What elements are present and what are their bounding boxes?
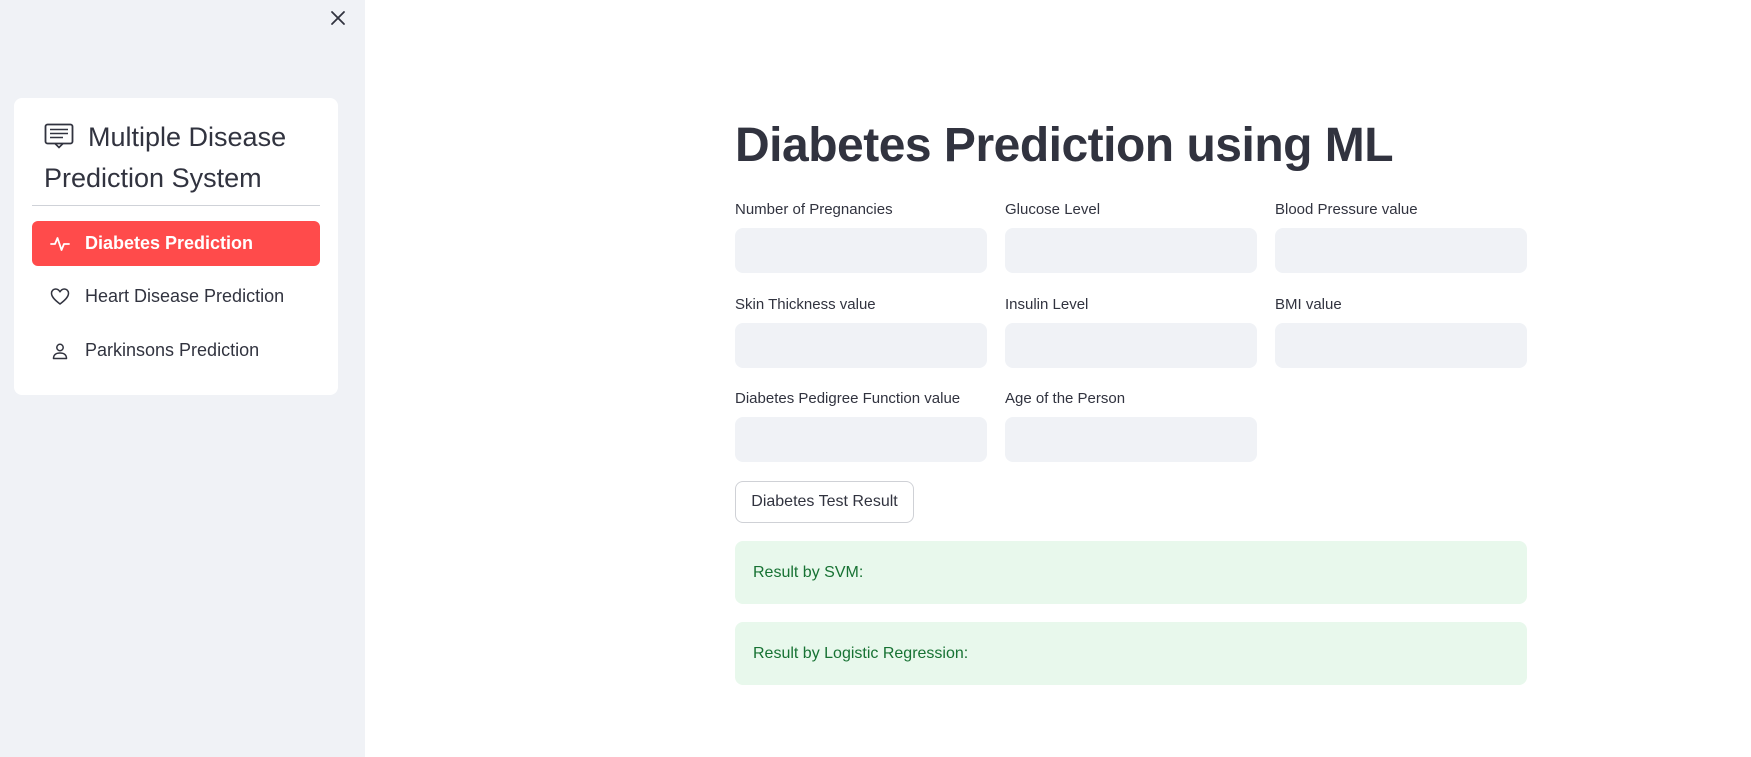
menu-item-label: Diabetes Prediction — [85, 233, 254, 253]
heart-icon — [50, 287, 70, 307]
list-card-icon — [44, 120, 74, 149]
menu-item-diabetes-prediction[interactable]: Diabetes Prediction — [32, 221, 320, 266]
logistic-regression-result-alert: Result by Logistic Regression: — [735, 622, 1527, 685]
menu-title-text: Multiple Disease Prediction System — [44, 122, 287, 193]
age-field: Age of the Person — [1005, 390, 1257, 462]
menu-item-label: Heart Disease Prediction — [85, 286, 285, 306]
insulin-input[interactable] — [1005, 323, 1257, 368]
skin-thickness-input[interactable] — [735, 323, 987, 368]
menu-item-label: Parkinsons Prediction — [85, 340, 260, 360]
insulin-field: Insulin Level — [1005, 296, 1257, 368]
field-label: Diabetes Pedigree Function value — [735, 390, 961, 407]
field-label: Age of the Person — [1005, 390, 1126, 407]
pedigree-input[interactable] — [735, 417, 987, 462]
pregnancies-input[interactable] — [735, 228, 987, 273]
page-title: Diabetes Prediction using ML — [735, 119, 1394, 172]
skin-thickness-field: Skin Thickness value — [735, 296, 987, 368]
bmi-field: BMI value — [1275, 296, 1527, 368]
age-input[interactable] — [1005, 417, 1257, 462]
close-sidebar-button[interactable] — [326, 6, 350, 30]
svm-result-alert: Result by SVM: — [735, 541, 1527, 604]
menu-item-heart-disease-prediction[interactable]: Heart Disease Prediction — [32, 274, 320, 319]
diabetes-test-result-button[interactable]: Diabetes Test Result — [735, 481, 914, 523]
person-icon — [50, 341, 70, 361]
glucose-input[interactable] — [1005, 228, 1257, 273]
pregnancies-field: Number of Pregnancies — [735, 201, 987, 273]
menu-title: Multiple Disease Prediction System — [44, 117, 324, 199]
sidebar: Multiple Disease Prediction System Diabe… — [0, 0, 365, 757]
field-label: Blood Pressure value — [1275, 201, 1418, 218]
activity-icon — [50, 234, 70, 254]
field-label: Number of Pregnancies — [735, 201, 893, 218]
menu-item-parkinsons-prediction[interactable]: Parkinsons Prediction — [32, 328, 320, 373]
field-label: Skin Thickness value — [735, 296, 876, 313]
blood-pressure-input[interactable] — [1275, 228, 1527, 273]
field-label: Insulin Level — [1005, 296, 1089, 313]
pedigree-field: Diabetes Pedigree Function value — [735, 390, 987, 462]
blood-pressure-field: Blood Pressure value — [1275, 201, 1527, 273]
close-icon — [331, 11, 345, 25]
field-label: Glucose Level — [1005, 201, 1101, 218]
bmi-input[interactable] — [1275, 323, 1527, 368]
glucose-field: Glucose Level — [1005, 201, 1257, 273]
app-root: Multiple Disease Prediction System Diabe… — [0, 0, 1751, 757]
option-menu: Multiple Disease Prediction System Diabe… — [14, 98, 338, 395]
menu-divider — [32, 205, 320, 206]
field-label: BMI value — [1275, 296, 1342, 313]
main-content: Diabetes Prediction using ML Number of P… — [365, 0, 1751, 757]
